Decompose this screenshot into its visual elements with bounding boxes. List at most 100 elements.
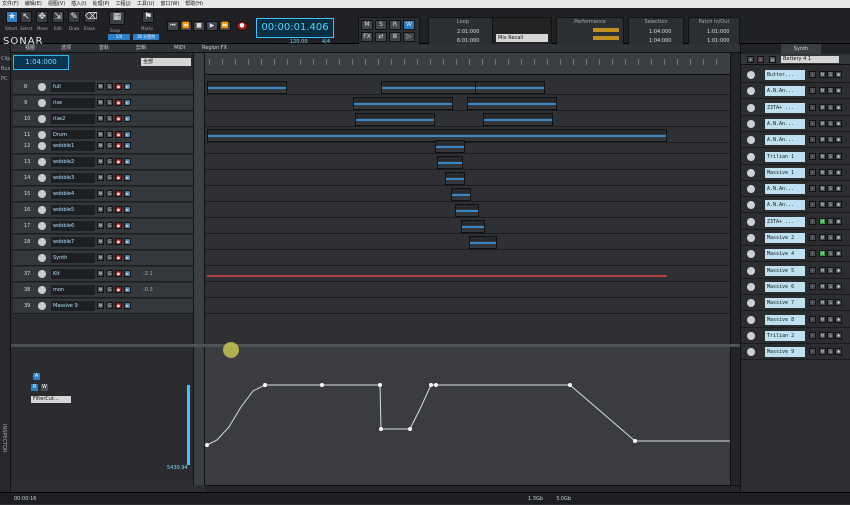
synth-settings-icon[interactable]: ✱	[835, 250, 842, 258]
track-name[interactable]: Massive 9	[51, 301, 95, 311]
input-echo-button[interactable]: ◐	[124, 174, 131, 181]
menu-item[interactable]: 工具(U)	[137, 0, 155, 8]
input-echo-button[interactable]: ◐	[124, 238, 131, 245]
synth-row[interactable]: Massive 6- M S ✱	[741, 280, 850, 295]
view-menu[interactable]: 视图	[25, 44, 35, 53]
mute-button[interactable]: M	[97, 115, 104, 122]
synth-menu-button[interactable]: -	[809, 185, 816, 193]
rack-props-icon[interactable]: ▤	[769, 56, 776, 63]
synth-settings-icon[interactable]: ✱	[835, 266, 842, 274]
input-echo-button[interactable]: ◐	[124, 254, 131, 261]
synth-solo-button[interactable]: S	[827, 234, 834, 241]
mute-button[interactable]: M	[97, 302, 104, 309]
menu-item[interactable]: 编辑(E)	[25, 0, 42, 8]
synth-settings-icon[interactable]: ✱	[835, 348, 842, 356]
remove-synth-button[interactable]: ✕	[757, 56, 764, 63]
clip[interactable]	[467, 97, 557, 110]
synth-name[interactable]: A.N.An...	[765, 135, 805, 146]
synth-menu-button[interactable]: -	[809, 136, 816, 144]
power-icon[interactable]	[747, 136, 755, 145]
synth-midi-button[interactable]: M	[819, 315, 826, 323]
synth-solo-button[interactable]: S	[827, 250, 834, 258]
solo-button[interactable]: S	[106, 302, 113, 309]
track-row[interactable]: 17 wobble6 M S ● ◐	[13, 219, 193, 234]
synth-midi-button[interactable]: M	[819, 217, 826, 225]
synth-name[interactable]: A.N.An...	[765, 118, 805, 129]
input-echo-button[interactable]: ◐	[124, 206, 131, 213]
automation-scrollbar[interactable]	[730, 347, 740, 485]
clip[interactable]	[437, 156, 463, 169]
synth-row[interactable]: Massive 1- M S ✱	[741, 166, 850, 181]
sync-button[interactable]: ⇄	[375, 32, 387, 42]
marks-icon[interactable]: ⚑	[142, 11, 154, 23]
envelope-graph[interactable]	[205, 347, 730, 485]
menu-item[interactable]: 工程(J)	[115, 0, 130, 8]
synth-settings-icon[interactable]: ✱	[835, 331, 842, 339]
power-icon[interactable]	[747, 71, 755, 79]
synth-row[interactable]: Massive 4- M S ✱	[741, 247, 850, 263]
track-row[interactable]: 15 wobble4 M S ● ◐	[13, 187, 193, 202]
synth-midi-button[interactable]: M	[819, 201, 826, 209]
arm-button[interactable]: ●	[115, 131, 122, 138]
synth-solo-button[interactable]: S	[827, 348, 834, 356]
synth-settings-icon[interactable]: ✱	[835, 87, 842, 95]
clip[interactable]	[435, 140, 465, 153]
mute-button[interactable]: M	[97, 174, 104, 181]
track-filter-select[interactable]: 全部	[141, 58, 191, 66]
synth-settings-icon[interactable]: ✱	[835, 201, 842, 209]
track-name[interactable]: wobble1	[51, 141, 95, 151]
synth-solo-button[interactable]: S	[827, 299, 834, 307]
synth-name[interactable]: A.N.An...	[765, 184, 805, 195]
synth-menu-button[interactable]: -	[809, 234, 816, 241]
input-echo-button[interactable]: ◐	[124, 83, 131, 90]
synth-midi-button[interactable]: M	[819, 250, 826, 258]
track-row[interactable]: 39 Massive 9 M S ● ◐	[13, 299, 193, 314]
synth-row[interactable]: A.N.An... - M S ✱	[741, 117, 850, 132]
track-row[interactable]: 38 mon M S ● ◐ -0.3	[13, 283, 193, 298]
solo-button[interactable]: S	[106, 83, 113, 90]
synth-midi-button[interactable]: M	[819, 119, 826, 127]
synth-name[interactable]: Massive 2	[765, 233, 805, 243]
punch-start[interactable]: 1:01:000	[707, 29, 729, 35]
track-row[interactable]: 9 rise M S ● ◐	[13, 96, 193, 111]
track-name[interactable]: rise	[51, 98, 95, 108]
synth-name[interactable]: Z3TA+ ...	[765, 216, 805, 227]
draw-tool[interactable]: ✎	[68, 11, 80, 23]
track-name[interactable]: Kit	[51, 269, 95, 279]
input-echo-button[interactable]: ◐	[124, 99, 131, 106]
synth-midi-button[interactable]: M	[819, 331, 826, 339]
synth-row[interactable]: Trilian 1- M S ✱	[741, 150, 850, 165]
track-row[interactable]: 37 Kit M S ● ◐ -2.1	[13, 267, 193, 282]
mute-button[interactable]: M	[97, 83, 104, 90]
track-name[interactable]: wobble4	[51, 189, 95, 199]
automation-write-button[interactable]: W	[41, 384, 48, 391]
arm-button[interactable]: ●	[115, 286, 122, 293]
automation-a-button[interactable]: A	[33, 373, 40, 380]
mute-button[interactable]: M	[97, 254, 104, 261]
arm-button[interactable]: ●	[115, 270, 122, 277]
track-row[interactable]: 12 wobble1 M S ● ◐	[13, 139, 193, 154]
power-icon[interactable]	[747, 331, 755, 340]
mute-button[interactable]: M	[97, 238, 104, 245]
synth-midi-button[interactable]: M	[819, 185, 826, 193]
power-icon[interactable]	[747, 348, 755, 357]
solo-button[interactable]: S	[375, 20, 387, 30]
track-row[interactable]: 16 wobble5 M S ● ◐	[13, 203, 193, 218]
arm-button[interactable]: ●	[115, 83, 122, 90]
synth-menu-button[interactable]: -	[809, 331, 816, 339]
write-button[interactable]: W	[403, 20, 415, 30]
solo-button[interactable]: S	[106, 99, 113, 106]
track-row[interactable]: 8 full M S ● ◐	[13, 80, 193, 95]
track-name[interactable]: wobble3	[51, 173, 95, 183]
mute-button[interactable]: M	[97, 131, 104, 138]
solo-button[interactable]: S	[106, 115, 113, 122]
synth-settings-icon[interactable]: ✱	[835, 71, 842, 78]
power-icon[interactable]	[747, 87, 755, 96]
track-row[interactable]: 13 wobble2 M S ● ◐	[13, 155, 193, 170]
synth-solo-button[interactable]: S	[827, 266, 834, 274]
fx-button[interactable]: FX	[361, 32, 373, 42]
input-echo-button[interactable]: ◐	[124, 190, 131, 197]
power-icon[interactable]	[747, 299, 755, 308]
input-echo-button[interactable]: ◐	[124, 270, 131, 277]
solo-button[interactable]: S	[106, 270, 113, 277]
